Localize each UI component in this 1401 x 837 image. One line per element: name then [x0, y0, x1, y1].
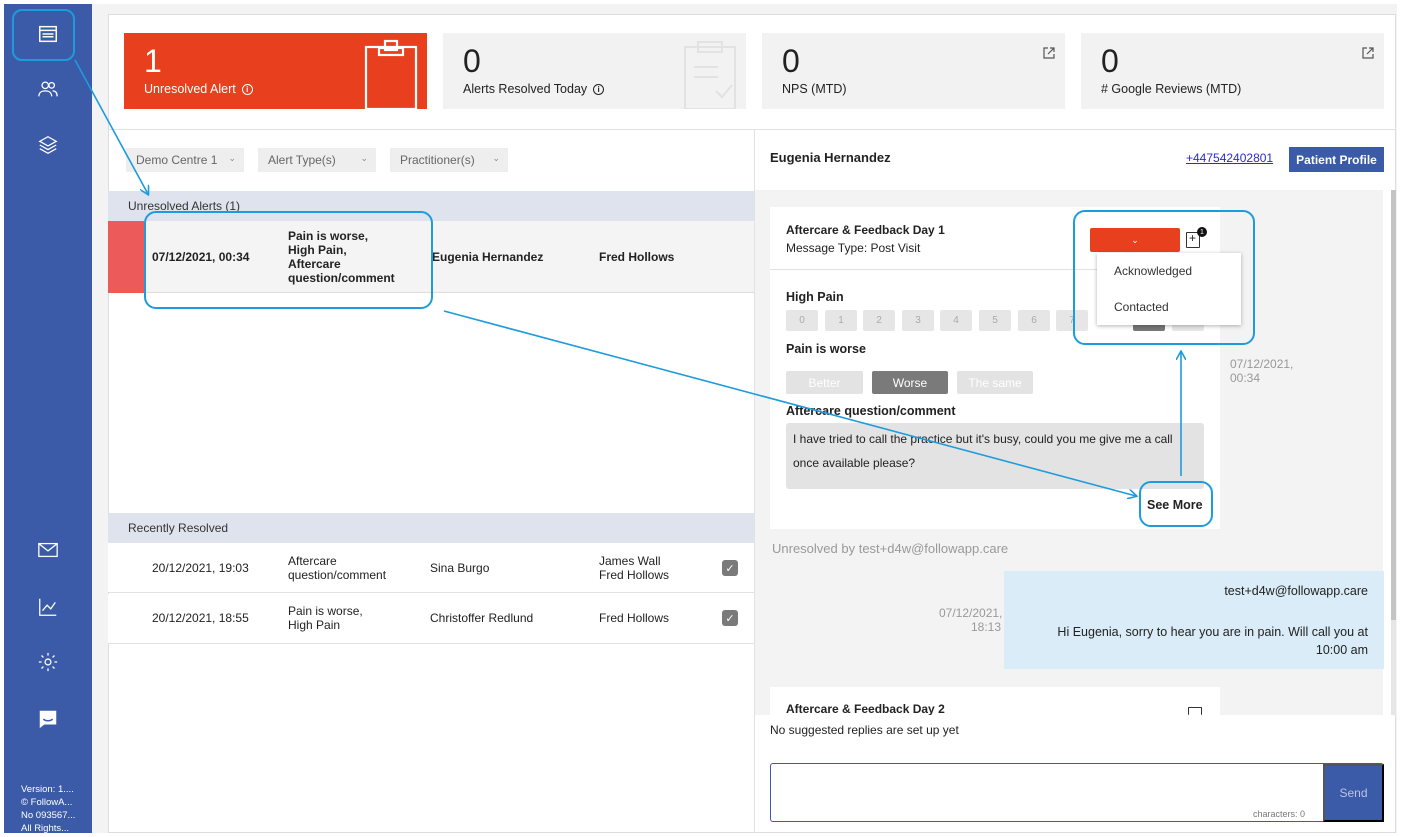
resolved-practitioner: James Wall Fred Hollows — [599, 554, 670, 582]
chevron-down-icon: ⌄ — [492, 153, 500, 163]
chart-line-icon[interactable] — [32, 591, 64, 623]
reply-timestamp: 07/12/2021, 18:13 — [939, 606, 1003, 634]
resolved-heading: Recently Resolved — [108, 513, 754, 543]
suggested-replies-text: No suggested replies are set up yet — [770, 723, 959, 737]
version-info: Version: 1.... © FollowA... No 093567...… — [21, 784, 76, 833]
chat-icon[interactable] — [32, 703, 64, 735]
resolved-reason: Pain is worse, High Pain — [288, 604, 363, 632]
resolved-today-label: Alerts Resolved Today i — [463, 82, 605, 96]
resolved-today-count: 0 — [463, 43, 481, 79]
scrollbar[interactable] — [1391, 190, 1396, 715]
resolved-patient: Christoffer Redlund — [430, 611, 534, 625]
checkbox-checked-icon[interactable]: ✓ — [722, 560, 738, 576]
char-count: characters: 0 — [1253, 809, 1306, 819]
chevron-down-icon: ⌄ — [228, 153, 236, 163]
comment-text: I have tried to call the practice but it… — [786, 423, 1204, 489]
alert-patient: Eugenia Hernandez — [432, 250, 544, 264]
chevron-down-icon: ⌄ — [360, 153, 368, 163]
pain-scale-6: 6 — [1018, 310, 1050, 331]
pain-label: Pain is worse — [786, 342, 866, 356]
users-icon[interactable] — [32, 73, 64, 105]
resolved-by-note: Unresolved by test+d4w@followapp.care — [772, 541, 1009, 556]
resolved-patient: Sina Burgo — [430, 561, 490, 575]
info-icon: i — [593, 83, 605, 95]
checkbox-checked-icon[interactable]: ✓ — [722, 610, 738, 626]
clipboard-icon — [364, 39, 418, 109]
annotation-highlight — [12, 9, 75, 61]
reply-text: Hi Eugenia, sorry to hear you are in pai… — [1057, 625, 1368, 657]
pain-scale-2: 2 — [863, 310, 895, 331]
patient-name: Eugenia Hernandez — [770, 150, 891, 165]
high-pain-label: High Pain — [786, 290, 844, 304]
mail-icon[interactable] — [32, 534, 64, 566]
choice-better: Better — [786, 371, 863, 394]
google-reviews-label: # Google Reviews (MTD) — [1101, 82, 1242, 96]
info-icon: i — [241, 83, 253, 95]
message-type: Message Type: Post Visit — [786, 241, 921, 255]
resolved-datetime: 20/12/2021, 18:55 — [152, 611, 249, 625]
pain-scale-5: 5 — [979, 310, 1011, 331]
choice-the-same: The same — [957, 371, 1033, 394]
resolved-reason: Aftercare question/comment — [288, 554, 387, 582]
clipboard-check-icon — [684, 41, 736, 109]
unresolved-count: 1 — [144, 43, 162, 79]
layers-icon[interactable] — [32, 129, 64, 161]
alert-marker — [108, 221, 144, 293]
gear-icon[interactable] — [32, 646, 64, 678]
practitioner-filter[interactable]: Practitioner(s) ⌄ — [390, 148, 508, 172]
external-link-icon[interactable] — [1362, 47, 1374, 59]
nps-card[interactable]: 0 NPS (MTD) — [762, 33, 1065, 109]
annotation-highlight — [1139, 481, 1213, 527]
annotation-highlight — [144, 211, 433, 309]
nps-value: 0 — [782, 43, 800, 79]
alert-type-filter[interactable]: Alert Type(s) ⌄ — [258, 148, 376, 172]
annotation-highlight — [1073, 210, 1255, 345]
patient-profile-button[interactable]: Patient Profile — [1289, 147, 1384, 172]
resolved-practitioner: Fred Hollows — [599, 611, 670, 625]
google-reviews-card[interactable]: 0 # Google Reviews (MTD) — [1081, 33, 1384, 109]
reply-author: test+d4w@followapp.care — [1224, 584, 1368, 598]
centre-filter[interactable]: Demo Centre 1 ⌄ — [126, 148, 244, 172]
pain-scale-1: 1 — [825, 310, 857, 331]
comment-label: Aftercare question/comment — [786, 404, 956, 418]
resolved-today-card[interactable]: 0 Alerts Resolved Today i — [443, 33, 746, 109]
message-title: Aftercare & Feedback Day 1 — [786, 223, 945, 237]
google-reviews-value: 0 — [1101, 43, 1119, 79]
unresolved-alert-card[interactable]: 1 Unresolved Alert i — [124, 33, 427, 109]
divider — [108, 129, 1396, 130]
resolved-datetime: 20/12/2021, 19:03 — [152, 561, 249, 575]
note-icon[interactable] — [1188, 707, 1202, 715]
send-button[interactable]: Send — [1323, 764, 1384, 822]
message-title: Aftercare & Feedback Day 2 — [786, 702, 945, 716]
sidebar: Version: 1.... © FollowA... No 093567...… — [4, 4, 92, 833]
unresolved-label: Unresolved Alert i — [144, 82, 253, 96]
pain-scale-0: 0 — [786, 310, 818, 331]
choice-worse: Worse — [872, 371, 948, 394]
nps-label: NPS (MTD) — [782, 82, 847, 96]
message-timestamp: 07/12/2021, 00:34 — [1230, 357, 1294, 385]
external-link-icon[interactable] — [1043, 47, 1055, 59]
alert-practitioner: Fred Hollows — [599, 250, 675, 264]
pain-scale-4: 4 — [940, 310, 972, 331]
pain-scale-3: 3 — [902, 310, 934, 331]
phone-link[interactable]: +447542402801 — [1186, 151, 1273, 165]
